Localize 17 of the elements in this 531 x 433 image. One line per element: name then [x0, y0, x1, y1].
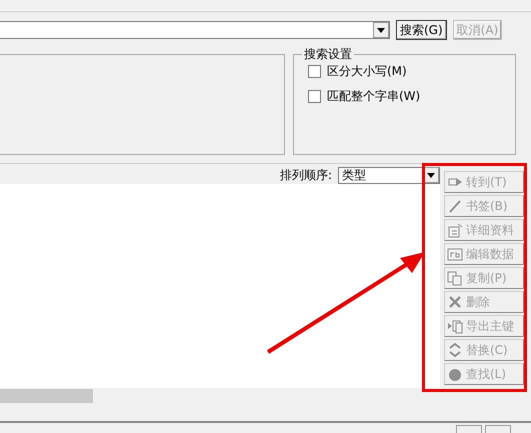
sort-dropdown[interactable]: 类型	[338, 166, 440, 184]
checkbox-label: 匹配整个字串(W)	[327, 88, 420, 105]
dropdown-button[interactable]	[373, 22, 389, 38]
sort-label: 排列顺序:	[280, 166, 332, 184]
caret-icon	[377, 28, 385, 32]
checkbox[interactable]	[308, 65, 321, 78]
caret-icon	[427, 172, 435, 178]
checkbox[interactable]	[308, 90, 321, 103]
delete-icon	[447, 294, 463, 310]
edit-icon	[447, 246, 463, 262]
export-icon	[447, 318, 463, 334]
group-title: 搜索设置	[302, 46, 354, 63]
search-button[interactable]: 搜索(G)	[396, 20, 447, 40]
checkbox-label: 区分大小写(M)	[327, 63, 407, 80]
search-field[interactable]	[0, 21, 390, 39]
scrollbar-thumb[interactable]	[0, 389, 93, 403]
copy-icon	[447, 270, 463, 286]
